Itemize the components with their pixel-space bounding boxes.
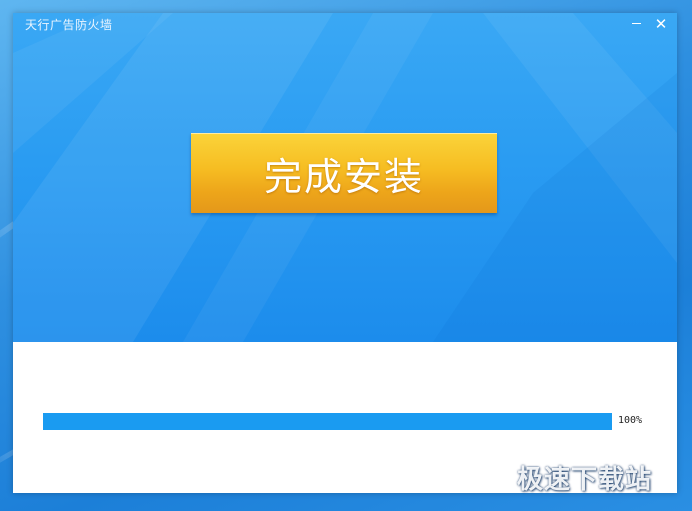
minimize-icon xyxy=(631,22,641,24)
close-icon: ✕ xyxy=(654,15,668,33)
finish-install-button[interactable]: 完成安装 xyxy=(191,133,497,213)
installer-window: 天行广告防火墙 ✕ 完成安装 100% xyxy=(13,13,677,493)
progress-percent-label: 100% xyxy=(618,415,643,426)
site-watermark: 极速下载站 xyxy=(517,465,653,495)
close-button[interactable]: ✕ xyxy=(652,15,670,33)
header-banner: 天行广告防火墙 ✕ 完成安装 xyxy=(13,13,677,342)
window-title: 天行广告防火墙 xyxy=(25,18,113,32)
progress-bar-fill xyxy=(43,413,612,430)
minimize-button[interactable] xyxy=(627,15,645,33)
progress-bar xyxy=(43,413,612,430)
